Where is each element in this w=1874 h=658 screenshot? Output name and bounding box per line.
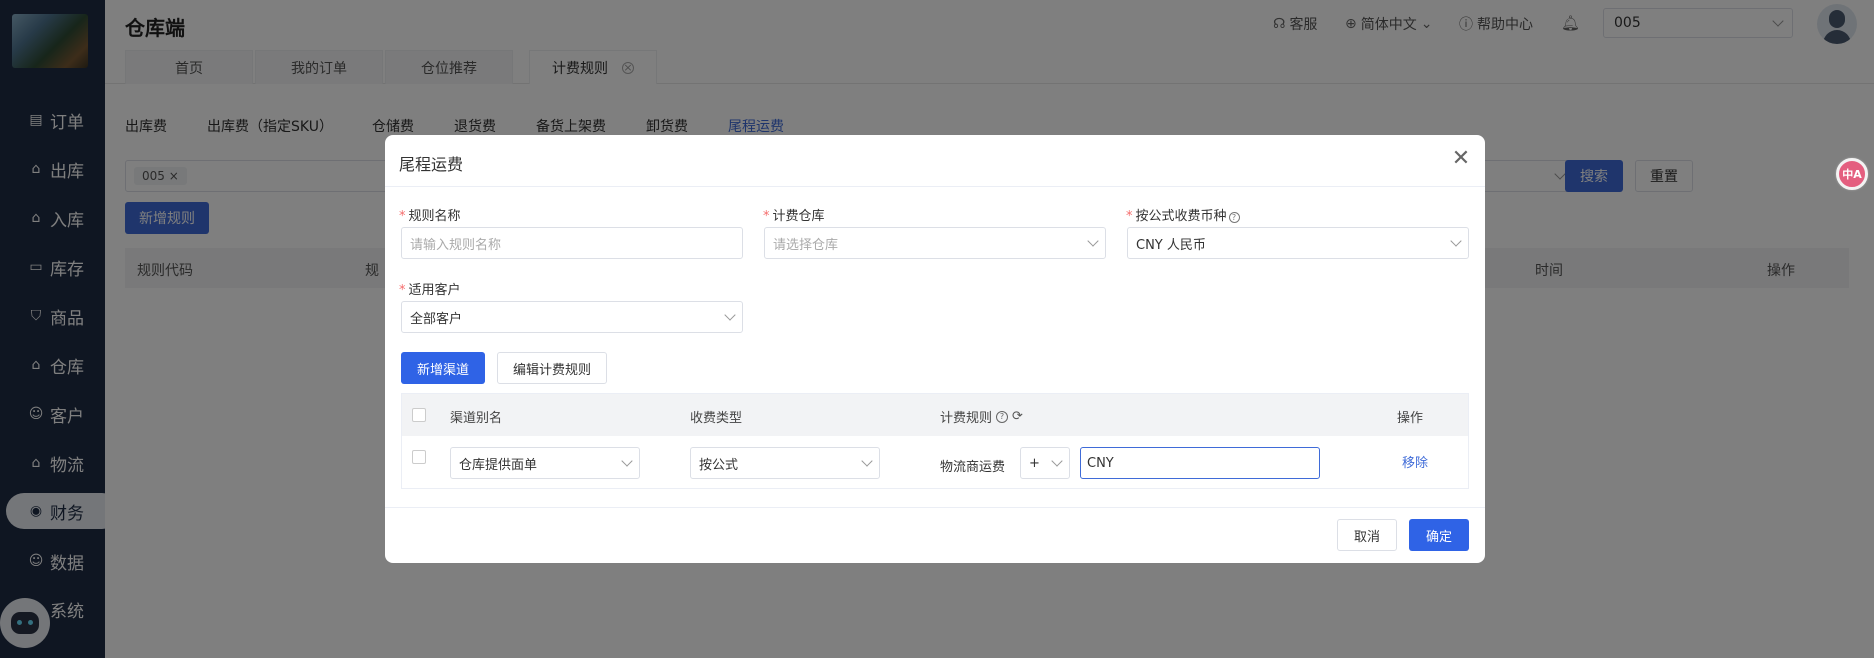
footer-divider [385, 507, 1485, 508]
confirm-button[interactable]: 确定 [1409, 519, 1469, 551]
help-circle-icon[interactable]: ? [996, 410, 1009, 423]
refresh-icon[interactable]: ⟳ [1012, 409, 1023, 424]
customer-value: 全部客户 [410, 311, 463, 327]
chevron-down-icon [1450, 235, 1462, 247]
dialog-title: 尾程运费 [399, 155, 464, 174]
chevron-down-icon [861, 455, 873, 467]
currency-select[interactable]: CNY 人民币 [1127, 227, 1469, 259]
rule-name-label-text: 规则名称 [408, 209, 461, 224]
warehouse-label: * 计费仓库 [763, 205, 825, 224]
rule-name-label: * 规则名称 [399, 205, 461, 224]
chevron-down-icon [724, 309, 736, 321]
warehouse-select[interactable]: 请选择仓库 [764, 227, 1106, 259]
rule-value-input[interactable]: CNY [1080, 447, 1320, 479]
col-operation-label: 操作 [1397, 411, 1424, 426]
channel-rule-table: 渠道别名 收费类型 计费规则 ? ⟳ 操作 仓库提供面单 按公式 物流商运费 +… [401, 393, 1469, 489]
last-mile-fee-dialog: 尾程运费 ✕ * 规则名称 请输入规则名称 * 计费仓库 请选择仓库 * 按公式收费币… [385, 135, 1485, 563]
fee-type-value: 按公式 [699, 457, 739, 473]
channel-alias-select[interactable]: 仓库提供面单 [450, 447, 640, 479]
currency-value: CNY 人民币 [1136, 237, 1206, 253]
rule-name-placeholder: 请输入规则名称 [410, 237, 502, 253]
select-all-checkbox[interactable] [412, 408, 426, 422]
help-circle-icon[interactable]: ? [1228, 212, 1240, 223]
col-billing-rule-label: 计费规则 [940, 411, 993, 426]
remove-link[interactable]: 移除 [1402, 452, 1428, 471]
row-checkbox[interactable] [412, 450, 426, 464]
chevron-down-icon [1051, 455, 1063, 467]
warehouse-label-text: 计费仓库 [772, 209, 825, 224]
dialog-header: 尾程运费 ✕ [385, 135, 1485, 187]
channel-table-header: 渠道别名 收费类型 计费规则 ? ⟳ 操作 [402, 394, 1468, 436]
customer-label: * 适用客户 [399, 279, 461, 298]
currency-label-text: 按公式收费币种 [1135, 209, 1227, 224]
translate-float-button[interactable]: 中A [1836, 158, 1868, 190]
carrier-fee-label: 物流商运费 [940, 460, 1006, 475]
required-mark: * [1126, 209, 1133, 224]
col-fee-type-label: 收费类型 [690, 411, 743, 426]
operator-value: + [1029, 455, 1040, 471]
col-fee-type: 收费类型 [690, 407, 742, 426]
col-billing-rule: 计费规则 ? ⟳ [940, 407, 1023, 426]
required-mark: * [399, 283, 406, 298]
chevron-down-icon [1087, 235, 1099, 247]
required-mark: * [763, 209, 770, 224]
col-channel-alias: 渠道别名 [450, 407, 502, 426]
warehouse-placeholder: 请选择仓库 [773, 237, 839, 253]
required-mark: * [399, 209, 406, 224]
rule-value-text: CNY [1087, 455, 1114, 471]
channel-alias-value: 仓库提供面单 [459, 457, 538, 473]
currency-label: * 按公式收费币种? [1126, 205, 1240, 224]
edit-billing-rule-button[interactable]: 编辑计费规则 [497, 352, 607, 384]
rule-name-input[interactable]: 请输入规则名称 [401, 227, 743, 259]
chevron-down-icon [621, 455, 633, 467]
col-operation: 操作 [1397, 407, 1423, 426]
translate-icon: 中A [1842, 168, 1862, 181]
customer-label-text: 适用客户 [408, 283, 461, 298]
operator-select[interactable]: + [1020, 447, 1070, 479]
close-icon[interactable]: ✕ [1449, 147, 1473, 171]
cancel-button[interactable]: 取消 [1337, 519, 1397, 551]
fee-type-select[interactable]: 按公式 [690, 447, 880, 479]
col-channel-alias-label: 渠道别名 [450, 411, 503, 426]
add-channel-button[interactable]: 新增渠道 [401, 352, 485, 384]
customer-select[interactable]: 全部客户 [401, 301, 743, 333]
